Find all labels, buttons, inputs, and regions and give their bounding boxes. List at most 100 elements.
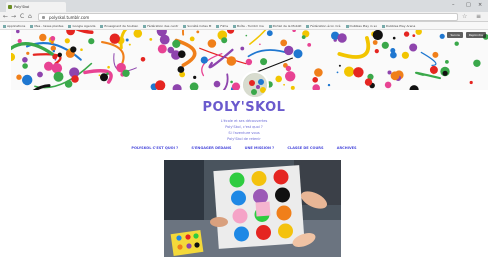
- minimize-icon[interactable]: –: [452, 2, 455, 8]
- card-dot: [176, 235, 182, 241]
- post-photo[interactable]: [164, 160, 341, 257]
- paint-splat: [240, 46, 245, 51]
- nav-link-about[interactable]: POLYSKOL C'EST QUOI ?: [131, 146, 178, 150]
- browser-menu-icon[interactable]: ≡: [476, 13, 481, 20]
- bookmark-item[interactable]: Fédération des centr: [143, 24, 178, 28]
- paint-splat: [432, 51, 439, 58]
- paint-splat: [80, 48, 83, 51]
- paint-splat: [230, 80, 233, 84]
- paint-splat: [293, 49, 303, 59]
- card-dot: [186, 243, 192, 249]
- board-dot: [256, 225, 271, 240]
- nav-link-engage[interactable]: S'ENGAGER DEDANS: [191, 146, 231, 150]
- paint-splat: [22, 74, 33, 86]
- bookmark-star-icon[interactable]: ☆: [462, 13, 467, 20]
- bookmark-item[interactable]: Boîte - Tumblr ma: [233, 24, 264, 28]
- blog-title[interactable]: POLY'SKOL: [0, 100, 488, 115]
- nav-link-mission[interactable]: UNE MISSION ?: [245, 146, 275, 150]
- paint-splat: [57, 52, 62, 57]
- address-toolbar: ← → C ⌂ polyskol.tumblr.com ☆ ≡: [0, 12, 488, 22]
- paint-splat: [336, 71, 339, 74]
- paint-splat: [189, 82, 199, 90]
- bookmark-label: Applications: [7, 24, 26, 28]
- paint-splat: [392, 36, 396, 40]
- paint-splat: [52, 50, 55, 53]
- paint-splat: [387, 70, 392, 75]
- tab-title: Poly'Skol: [14, 5, 30, 9]
- paint-splat: [266, 30, 273, 37]
- bookmark-item[interactable]: Société Cotes M: [183, 24, 211, 28]
- paint-splat: [149, 38, 153, 41]
- paint-splat: [429, 65, 438, 74]
- paint-splat: [227, 30, 235, 34]
- bookmark-favicon-icon: [306, 24, 310, 28]
- paint-splat: [51, 63, 63, 74]
- paint-splat: [312, 84, 320, 90]
- back-button[interactable]: ←: [3, 13, 8, 20]
- paint-stroke: [247, 49, 290, 58]
- bookmark-item[interactable]: Google Agenda: [68, 24, 95, 28]
- card-dot: [177, 244, 183, 250]
- bookmark-item[interactable]: Fédération écol. Cré: [306, 24, 341, 28]
- paint-splat: [11, 52, 16, 62]
- bookmark-item[interactable]: Films: [216, 24, 228, 28]
- bookmark-favicon-icon: [345, 24, 349, 28]
- hand: [210, 217, 228, 227]
- url-text: polyskol.tumblr.com: [49, 15, 90, 20]
- paint-stroke: [415, 71, 442, 80]
- maximize-icon[interactable]: □: [466, 2, 471, 8]
- paint-splat: [344, 66, 355, 77]
- bookmark-favicon-icon: [68, 24, 72, 28]
- url-input[interactable]: polyskol.tumblr.com: [38, 13, 458, 21]
- reload-button[interactable]: C: [20, 13, 24, 20]
- bookmark-favicon-icon: [100, 24, 104, 28]
- card-dot: [194, 242, 200, 248]
- paint-splat: [22, 57, 28, 63]
- paint-splat: [22, 63, 28, 69]
- bookmark-item[interactable]: Dubbles Play in so: [345, 24, 377, 28]
- paint-splat: [409, 43, 418, 52]
- paint-splat: [189, 36, 195, 42]
- child-silhouette: [164, 160, 204, 220]
- description-line: L'école et ses découvertes: [220, 119, 268, 123]
- bookmark-label: Dubbles Play Arena: [386, 24, 416, 28]
- paint-splat: [290, 85, 295, 90]
- follow-button[interactable]: Suivre: [447, 32, 463, 38]
- nav-link-archives[interactable]: ARCHIVES: [337, 146, 357, 150]
- paint-splat: [39, 33, 47, 42]
- close-icon[interactable]: ×: [478, 2, 482, 8]
- paint-splat: [245, 58, 253, 66]
- paint-splat: [159, 34, 170, 45]
- bookmark-item[interactable]: Applications: [3, 24, 25, 28]
- forward-button[interactable]: →: [11, 13, 16, 20]
- paint-splat: [353, 67, 364, 78]
- bookmark-label: Google Agenda: [72, 24, 96, 28]
- paint-splat: [284, 45, 294, 56]
- paint-splat: [473, 59, 481, 67]
- browser-tab[interactable]: Poly'Skol: [6, 2, 66, 12]
- home-button[interactable]: ⌂: [28, 13, 32, 20]
- paint-splat: [337, 33, 347, 43]
- join-button[interactable]: Rejoindre: [465, 32, 486, 38]
- paint-splat: [37, 71, 43, 78]
- paint-splat: [70, 46, 77, 53]
- avatar[interactable]: [241, 71, 269, 99]
- paint-splat: [122, 69, 130, 77]
- bookmark-item[interactable]: Enseignant de Soutien: [100, 24, 138, 28]
- paint-splat: [469, 80, 473, 85]
- paint-splat: [71, 75, 79, 83]
- board-square: [255, 201, 271, 217]
- board-dot: [253, 189, 268, 204]
- bookmark-item[interactable]: Mes - taxes plantes: [30, 24, 63, 28]
- description-link[interactable]: Poly'Skol, c'est quoi ?: [0, 125, 488, 129]
- bookmark-favicon-icon: [382, 24, 386, 28]
- bookmark-item[interactable]: Portail de la Mobilit: [268, 24, 301, 28]
- nav-link-classes[interactable]: CLASSE DE COURS: [287, 146, 323, 150]
- bookmark-item[interactable]: Dubbles Play Arena: [382, 24, 415, 28]
- paint-splat: [167, 46, 175, 54]
- board-dot: [232, 208, 248, 224]
- paint-splat: [314, 68, 323, 77]
- bookmark-label: Société Cotes M: [187, 24, 212, 28]
- bookmark-label: Films: [220, 24, 229, 28]
- paint-splat: [125, 38, 129, 42]
